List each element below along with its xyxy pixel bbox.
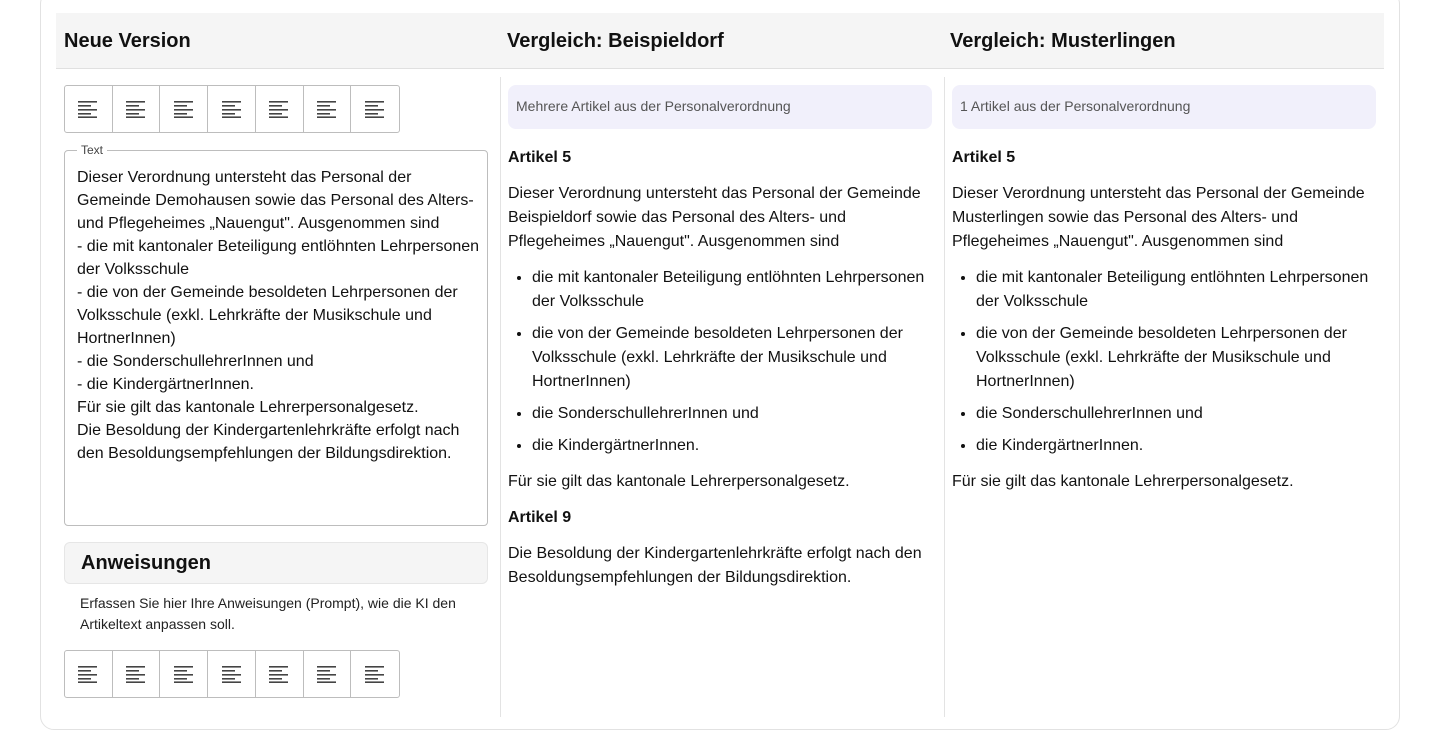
column-title-compare-b: Vergleich: Musterlingen — [950, 30, 1176, 52]
align-center-icon — [126, 101, 146, 118]
align-left-icon — [365, 101, 385, 118]
compare-a-content: Artikel 5 Dieser Verordnung untersteht d… — [508, 146, 928, 602]
list-item: die SonderschullehrerInnen und — [532, 402, 928, 426]
format-button[interactable] — [351, 651, 399, 697]
align-center-button[interactable] — [113, 651, 161, 697]
compare-a-info-banner: Mehrere Artikel aus der Personalverordnu… — [508, 85, 932, 129]
column-title-compare-a: Vergleich: Beispieldorf — [507, 30, 724, 52]
align-center-button[interactable] — [113, 86, 161, 132]
format-button[interactable] — [351, 86, 399, 132]
list-item: die SonderschullehrerInnen und — [976, 402, 1372, 426]
text-editor-field[interactable]: Text Dieser Verordnung untersteht das Pe… — [64, 143, 488, 526]
align-center-icon — [126, 666, 146, 683]
align-justify-button[interactable] — [208, 86, 256, 132]
list-item: die KindergärtnerInnen. — [532, 434, 928, 458]
align-left-icon — [269, 666, 289, 683]
align-left-icon — [78, 666, 98, 683]
column-divider — [944, 77, 945, 717]
article-outro: Für sie gilt das kantonale Lehrerpersona… — [508, 473, 850, 490]
column-header: Neue Version Vergleich: Beispieldorf Ver… — [56, 13, 1384, 69]
instructions-title: Anweisungen — [81, 552, 212, 574]
article-intro: Dieser Verordnung untersteht das Persona… — [508, 185, 921, 250]
align-right-button[interactable] — [160, 651, 209, 697]
list-item: die mit kantonaler Beteiligung entlöhnte… — [532, 266, 928, 314]
article-title: Artikel 5 — [952, 149, 1016, 166]
align-left-icon — [316, 101, 336, 118]
text-format-toolbar — [64, 85, 400, 133]
article-title: Artikel 9 — [508, 509, 572, 526]
compare-b-content: Artikel 5 Dieser Verordnung untersteht d… — [952, 146, 1372, 506]
format-button[interactable] — [256, 651, 304, 697]
align-left-icon — [269, 101, 289, 118]
list-item: die KindergärtnerInnen. — [976, 434, 1372, 458]
align-left-button[interactable] — [65, 651, 113, 697]
list-item: die mit kantonaler Beteiligung entlöhnte… — [976, 266, 1372, 314]
article-intro: Dieser Verordnung untersteht das Persona… — [952, 185, 1365, 250]
article-exceptions-list: die mit kantonaler Beteiligung entlöhnte… — [532, 266, 928, 458]
column-divider — [500, 77, 501, 717]
align-left-icon — [78, 101, 98, 118]
article-outro: Für sie gilt das kantonale Lehrerpersona… — [952, 473, 1294, 490]
format-button[interactable] — [304, 651, 352, 697]
instructions-description: Erfassen Sie hier Ihre Anweisungen (Prom… — [80, 595, 456, 632]
list-item: die von der Gemeinde besoldeten Lehrpers… — [532, 322, 928, 394]
align-justify-button[interactable] — [208, 651, 256, 697]
align-left-button[interactable] — [65, 86, 113, 132]
format-button[interactable] — [304, 86, 352, 132]
compare-b-info-banner: 1 Artikel aus der Personalverordnung — [952, 85, 1376, 129]
article-text: Die Besoldung der Kindergartenlehrkräfte… — [508, 545, 922, 586]
align-left-icon — [316, 666, 336, 683]
instructions-section-header: Anweisungen — [64, 542, 488, 584]
text-editor-content[interactable]: Dieser Verordnung untersteht das Persona… — [77, 166, 481, 465]
text-editor-legend: Text — [77, 143, 108, 157]
article-title: Artikel 5 — [508, 149, 572, 166]
align-right-icon — [173, 666, 193, 683]
list-item: die von der Gemeinde besoldeten Lehrpers… — [976, 322, 1372, 394]
column-title-new-version: Neue Version — [64, 30, 191, 52]
instructions-format-toolbar — [64, 650, 400, 698]
article-exceptions-list: die mit kantonaler Beteiligung entlöhnte… — [976, 266, 1372, 458]
align-justify-icon — [221, 666, 241, 683]
align-justify-icon — [221, 101, 241, 118]
align-left-icon — [365, 666, 385, 683]
align-right-button[interactable] — [160, 86, 209, 132]
align-right-icon — [173, 101, 193, 118]
format-button[interactable] — [256, 86, 304, 132]
